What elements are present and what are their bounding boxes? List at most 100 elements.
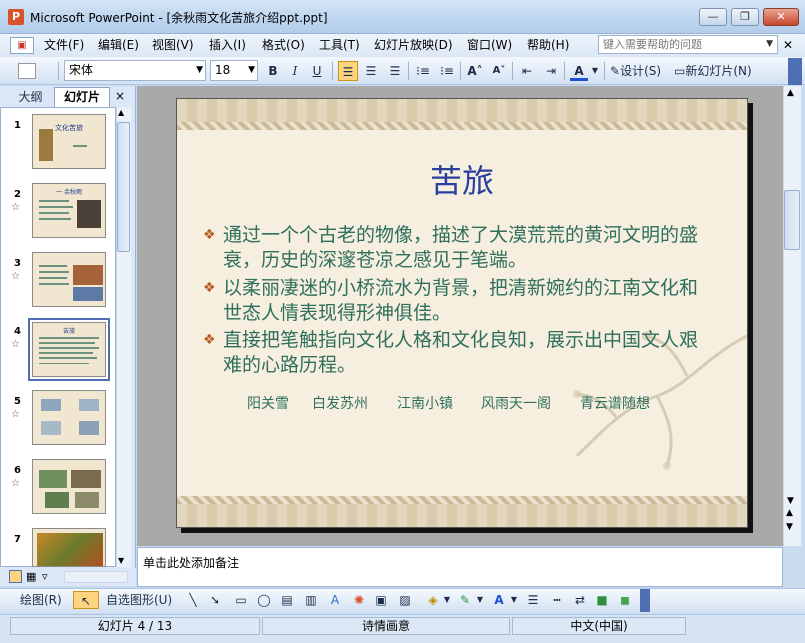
decrease-indent-icon[interactable]: ⇤ — [518, 61, 536, 81]
previous-slide-icon[interactable]: ▲ — [786, 508, 793, 518]
link-fengyutianyige[interactable]: 风雨天一阁 — [481, 393, 551, 413]
line-style-icon[interactable]: ☰ — [524, 591, 542, 609]
arrow-icon[interactable]: ➘ — [208, 591, 222, 609]
normal-view-icon[interactable] — [9, 570, 22, 583]
fill-color-icon[interactable]: ◈ — [424, 591, 442, 609]
chevron-down-icon[interactable]: ▼ — [248, 61, 255, 80]
menu-edit[interactable]: 编辑(E) — [98, 37, 139, 54]
next-slide-icon[interactable]: ▼ — [786, 522, 793, 532]
increase-indent-icon[interactable]: ⇥ — [542, 61, 560, 81]
decrease-font-icon[interactable]: A˅ — [490, 61, 508, 81]
clipart-icon[interactable]: ▣ — [372, 591, 390, 609]
bullet-item[interactable]: ❖ 通过一个个古老的物像，描述了大漠荒荒的黄河文明的盛衰，历史的深邃苍凉之感见于笔… — [203, 223, 715, 273]
numbered-list-icon[interactable]: ⁝≡ — [414, 61, 432, 81]
powerpoint-app-icon[interactable]: P — [8, 9, 24, 25]
menu-view[interactable]: 视图(V) — [152, 37, 194, 54]
oval-icon[interactable]: ◯ — [255, 591, 273, 609]
slide-thumbnail-6[interactable] — [32, 459, 106, 514]
font-size-select[interactable]: 18 ▼ — [210, 60, 258, 81]
diagram-icon[interactable]: ✺ — [350, 591, 368, 609]
italic-button[interactable]: I — [286, 61, 304, 81]
chevron-down-icon[interactable]: ▼ — [196, 61, 203, 80]
line-color-icon[interactable]: ✎ — [456, 591, 474, 609]
textbox-icon[interactable]: ▤ — [278, 591, 296, 609]
slide-title[interactable]: 苦旅 — [177, 156, 747, 202]
rectangle-icon[interactable]: ▭ — [232, 591, 250, 609]
chevron-down-icon[interactable]: ▼ — [590, 61, 600, 81]
horizontal-scrollbar[interactable] — [64, 571, 128, 583]
menu-slideshow[interactable]: 幻灯片放映(D) — [374, 37, 453, 54]
close-document-icon[interactable]: ✕ — [783, 38, 793, 52]
close-button[interactable]: ✕ — [763, 8, 799, 26]
slide-scrollbar[interactable] — [783, 86, 801, 546]
document-icon[interactable]: ▣ — [10, 37, 34, 54]
scroll-down-icon[interactable]: ▼ — [118, 556, 124, 565]
chevron-down-icon[interactable]: ▼ — [476, 591, 484, 609]
slide-thumbnail-3[interactable] — [32, 252, 106, 307]
link-qingyunpusuixiang[interactable]: 青云谱随想 — [580, 393, 650, 413]
menu-window[interactable]: 窗口(W) — [467, 37, 512, 54]
slide-canvas[interactable]: 苦旅 ❖ 通过一个个古老的物像，描述了大漠荒荒的黄河文明的盛衰，历史的深邃苍凉之感… — [176, 98, 748, 528]
bold-button[interactable]: B — [264, 61, 282, 81]
font-color-icon[interactable]: A — [570, 61, 588, 81]
menu-file[interactable]: 文件(F) — [44, 37, 84, 54]
arrow-style-icon[interactable]: ⇄ — [571, 591, 589, 609]
chevron-down-icon[interactable]: ▼ — [443, 591, 451, 609]
toolbar-options-icon[interactable] — [640, 589, 650, 612]
draw-menu-button[interactable]: 绘图(R) — [20, 591, 72, 609]
slide-scrollbar-thumb[interactable] — [784, 190, 800, 250]
thumbnail-scrollbar-thumb[interactable] — [117, 122, 130, 252]
increase-font-icon[interactable]: A˄ — [466, 61, 484, 81]
shadow-icon[interactable]: ■ — [594, 591, 610, 609]
slide-thumbnail-2[interactable]: 一 余秋雨 — [32, 183, 106, 238]
font-select[interactable]: 宋体 ▼ — [64, 60, 206, 81]
tab-outline[interactable]: 大纲 — [8, 88, 53, 106]
menu-tools[interactable]: 工具(T) — [319, 37, 360, 54]
bullet-text: 直接把笔触指向文化人格和文化良知，展示出中国文人艰难的心路历程。 — [223, 329, 699, 376]
menu-help[interactable]: 帮助(H) — [527, 37, 569, 54]
pane-close-icon[interactable]: × — [113, 88, 127, 104]
toolbar-options-icon[interactable] — [788, 58, 802, 85]
chevron-down-icon[interactable]: ▼ — [510, 591, 518, 609]
slide-thumbnail-7[interactable] — [32, 528, 106, 567]
tab-slides[interactable]: 幻灯片 — [54, 87, 110, 107]
help-search-input[interactable]: 键入需要帮助的问题 ▼ — [598, 35, 778, 54]
bullet-item[interactable]: ❖ 以柔丽凄迷的小桥流水为背景，把清新婉约的江南文化和世态人情表现得形神俱佳。 — [203, 276, 715, 326]
font-color-icon[interactable]: A — [490, 591, 508, 609]
select-pointer-icon[interactable]: ↖ — [73, 591, 99, 609]
slide-thumbnail-4[interactable]: 苦旅 — [32, 322, 106, 377]
align-left-icon[interactable]: ☰ — [338, 61, 358, 81]
link-yangguanxue[interactable]: 阳关雪 — [247, 393, 289, 413]
align-right-icon[interactable]: ☰ — [386, 61, 404, 81]
wordart-icon[interactable]: A — [326, 591, 344, 609]
thumbnail-number: 3 — [14, 258, 21, 269]
bullet-list-icon[interactable]: ⁝≡ — [438, 61, 456, 81]
vertical-textbox-icon[interactable]: ▥ — [302, 591, 320, 609]
thumbnail-text-line — [73, 145, 87, 147]
align-center-icon[interactable]: ☰ — [362, 61, 380, 81]
new-document-icon[interactable] — [18, 63, 36, 79]
chevron-down-icon[interactable]: ▼ — [766, 36, 773, 53]
scroll-down-icon[interactable]: ▼ — [787, 496, 794, 506]
slide-thumbnail-1[interactable]: 文化苦旅 — [32, 114, 106, 169]
minimize-button[interactable]: — — [699, 8, 727, 26]
autoshapes-menu-button[interactable]: 自选图形(U) — [106, 591, 182, 609]
scroll-up-icon[interactable]: ▲ — [118, 108, 124, 117]
scroll-up-icon[interactable]: ▲ — [787, 88, 794, 98]
bullet-item[interactable]: ❖ 直接把笔触指向文化人格和文化良知，展示出中国文人艰难的心路历程。 — [203, 328, 715, 378]
underline-button[interactable]: U — [308, 61, 326, 81]
line-icon[interactable]: ╲ — [186, 591, 200, 609]
menu-insert[interactable]: 插入(I) — [209, 37, 246, 54]
restore-button[interactable]: ❐ — [731, 8, 759, 26]
3d-icon[interactable]: ◼ — [617, 591, 633, 609]
slide-thumbnail-5[interactable] — [32, 390, 106, 445]
picture-icon[interactable]: ▨ — [396, 591, 414, 609]
dash-style-icon[interactable]: ┅ — [548, 591, 566, 609]
slide-sorter-icon[interactable]: ▦ — [26, 570, 36, 583]
menu-format[interactable]: 格式(O) — [262, 37, 305, 54]
link-jiangnanxiaozhen[interactable]: 江南小镇 — [397, 393, 453, 413]
link-baifasuzhou[interactable]: 白发苏州 — [312, 393, 368, 413]
design-button[interactable]: ✎设计(S) — [610, 61, 672, 81]
new-slide-button[interactable]: ▭新幻灯片(N) — [674, 61, 764, 81]
slideshow-icon[interactable]: ▿ — [42, 570, 48, 583]
